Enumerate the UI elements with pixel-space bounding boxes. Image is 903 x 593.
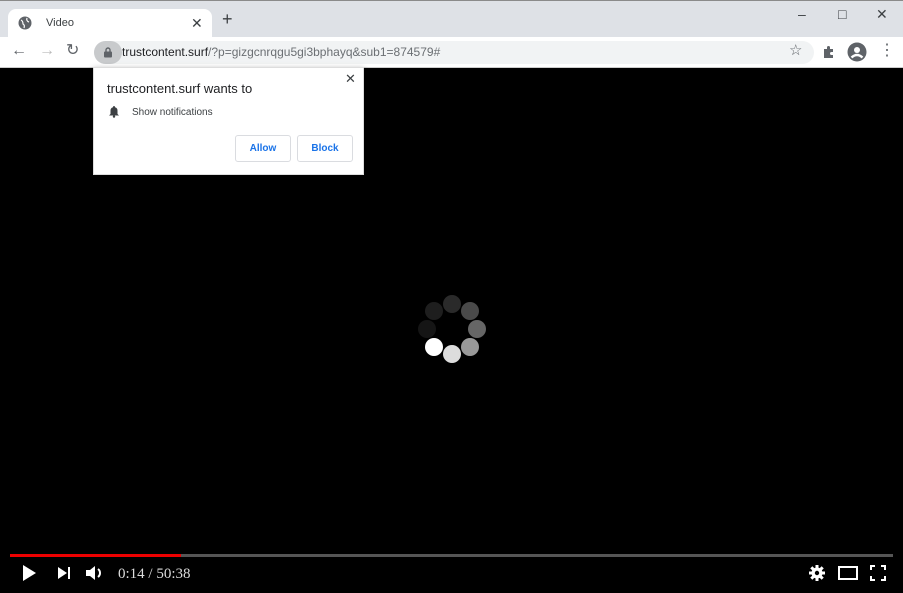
tab-title: Video [46, 17, 74, 29]
site-info-button[interactable] [94, 41, 122, 64]
spinner-dot [461, 338, 479, 356]
notification-permission-popup: trustcontent.surf wants to ✕ Show notifi… [93, 67, 364, 175]
allow-button[interactable]: Allow [235, 135, 291, 162]
globe-icon [18, 16, 32, 30]
spinner-dot [418, 320, 436, 338]
loading-spinner-icon [415, 292, 490, 367]
progress-fill [10, 554, 182, 557]
minimize-button[interactable]: – [798, 6, 806, 22]
settings-gear-icon[interactable] [809, 565, 825, 581]
popup-close-icon[interactable]: ✕ [345, 71, 356, 87]
play-icon[interactable] [21, 564, 37, 582]
tab-close-icon[interactable]: ✕ [191, 14, 203, 32]
spinner-dot [425, 302, 443, 320]
time-display: 0:14 / 50:38 [118, 566, 191, 582]
reload-button[interactable]: ↻ [66, 42, 79, 60]
popup-title: trustcontent.surf wants to [107, 81, 253, 96]
window-close-button[interactable]: ✕ [876, 6, 888, 23]
permission-label: Show notifications [132, 107, 213, 118]
browser-menu-icon[interactable]: ⋮ [879, 42, 895, 60]
url-path: /?p=gizgcnrqgu5gi3bphayq&sub1=874579# [208, 45, 441, 59]
new-tab-button[interactable]: + [222, 9, 233, 29]
back-button[interactable]: ← [11, 42, 27, 60]
maximize-button[interactable]: □ [838, 6, 846, 22]
block-button[interactable]: Block [297, 135, 353, 162]
address-bar[interactable]: trustcontent.surf/?p=gizgcnrqgu5gi3bphay… [94, 41, 814, 64]
tab-video[interactable]: Video ✕ [8, 9, 212, 38]
url-domain: trustcontent.surf [122, 45, 209, 59]
spinner-dot [468, 320, 486, 338]
puzzle-icon[interactable] [822, 45, 836, 59]
bookmark-star-icon[interactable]: ☆ [789, 42, 802, 60]
spinner-dot [425, 338, 443, 356]
forward-button[interactable]: → [39, 42, 55, 60]
theater-mode-icon[interactable] [838, 566, 858, 580]
url-text: trustcontent.surf/?p=gizgcnrqgu5gi3bphay… [122, 45, 440, 59]
bell-icon [109, 106, 119, 118]
volume-icon[interactable] [85, 564, 104, 582]
spinner-dot [461, 302, 479, 320]
fullscreen-icon[interactable] [870, 565, 886, 581]
browser-toolbar: ← → ↻ trustcontent.surf/?p=gizgcnrqgu5gi… [0, 37, 903, 68]
video-progress-bar[interactable] [10, 554, 893, 557]
next-icon[interactable] [57, 566, 71, 580]
account-icon[interactable] [847, 42, 867, 62]
spinner-dot [443, 345, 461, 363]
title-bar: Video ✕ + – □ ✕ [0, 0, 903, 38]
lock-icon [104, 47, 112, 58]
spinner-dot [443, 295, 461, 313]
